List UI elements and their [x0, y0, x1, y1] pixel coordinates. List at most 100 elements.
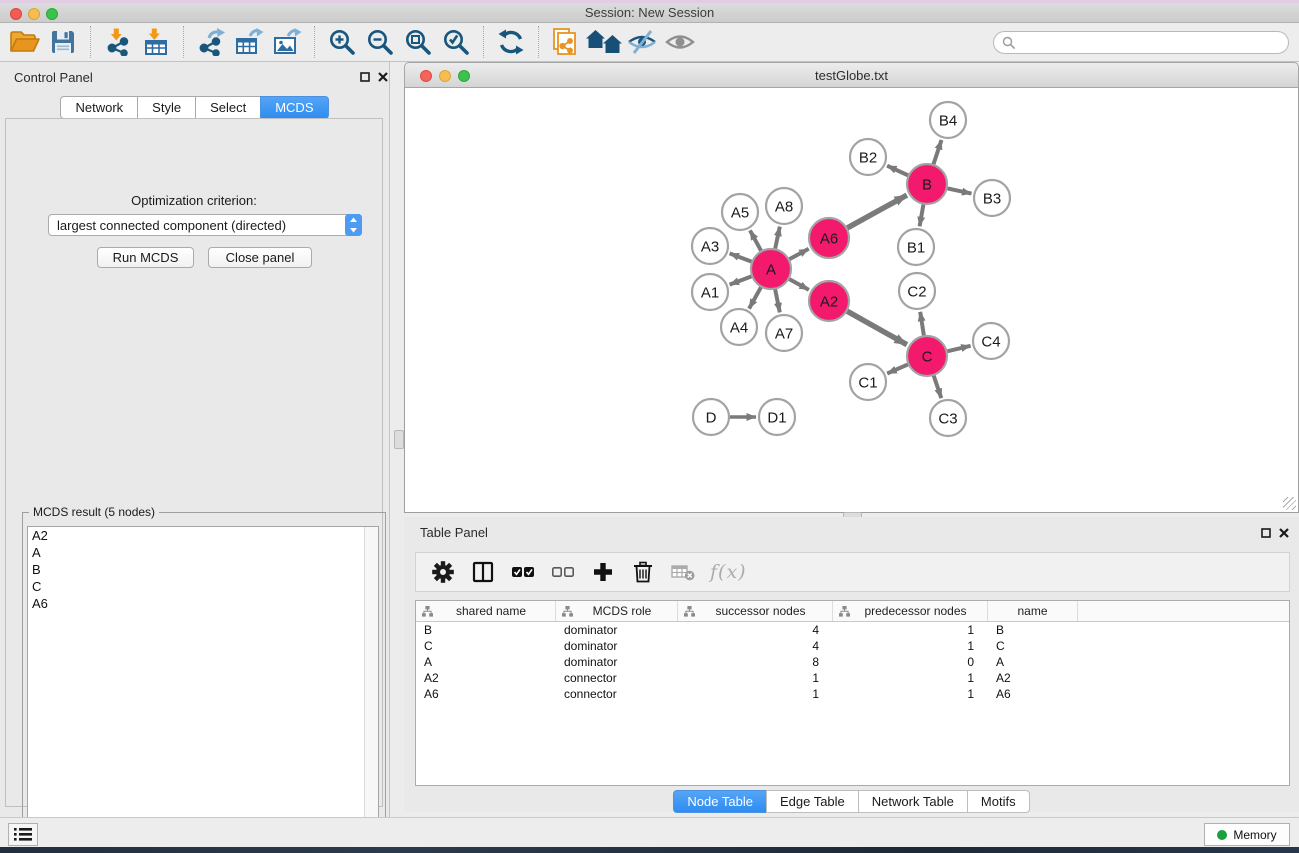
export-network-button[interactable]	[192, 25, 230, 59]
table-row-A6[interactable]: A6connector11A6	[416, 686, 1289, 702]
import-table-button[interactable]	[137, 25, 175, 59]
column-header-predecessor-nodes[interactable]: predecessor nodes	[833, 601, 988, 621]
zoom-out-button[interactable]	[361, 25, 399, 59]
node-A4[interactable]: A4	[721, 309, 757, 345]
edge-A-A3[interactable]	[730, 253, 755, 262]
tab-network[interactable]: Network	[60, 96, 138, 119]
edge-C-C2[interactable]	[920, 312, 924, 338]
column-header-MCDS-role[interactable]: MCDS role	[556, 601, 678, 621]
tab-motifs[interactable]: Motifs	[967, 790, 1030, 813]
node-B1[interactable]: B1	[898, 229, 934, 265]
refresh-button[interactable]	[492, 25, 530, 59]
table-float-panel-icon[interactable]	[1259, 527, 1273, 539]
node-A5[interactable]: A5	[722, 194, 758, 230]
mcds-result-list[interactable]: A2ABCA6	[27, 526, 379, 849]
node-A7[interactable]: A7	[766, 315, 802, 351]
column-header-name[interactable]: name	[988, 601, 1078, 621]
node-D1[interactable]: D1	[759, 399, 795, 435]
search-input[interactable]	[1020, 34, 1288, 51]
tab-mcds[interactable]: MCDS	[260, 96, 328, 119]
column-header-shared-name[interactable]: shared name	[416, 601, 556, 621]
search-box[interactable]	[993, 31, 1289, 54]
mcds-result-item[interactable]: C	[28, 578, 378, 595]
mcds-result-item[interactable]: B	[28, 561, 378, 578]
edge-A6-B[interactable]	[845, 195, 907, 229]
node-B2[interactable]: B2	[850, 139, 886, 175]
edge-A-A6[interactable]	[787, 249, 809, 261]
zoom-in-button[interactable]	[323, 25, 361, 59]
new-network-from-file-button[interactable]	[547, 25, 585, 59]
tab-node-table[interactable]: Node Table	[673, 790, 767, 813]
deselect-all-button[interactable]	[550, 555, 576, 589]
delete-column-button[interactable]	[630, 555, 656, 589]
zoom-fit-button[interactable]	[399, 25, 437, 59]
tab-select[interactable]: Select	[195, 96, 261, 119]
edge-A-A2[interactable]	[787, 278, 809, 290]
mcds-result-item[interactable]: A	[28, 544, 378, 561]
zoom-selected-button[interactable]	[437, 25, 475, 59]
node-C2[interactable]: C2	[899, 273, 935, 309]
close-panel-icon[interactable]	[376, 71, 390, 83]
float-panel-icon[interactable]	[358, 71, 372, 83]
memory-button[interactable]: Memory	[1204, 823, 1290, 846]
table-row-B[interactable]: Bdominator41B	[416, 622, 1289, 638]
tab-style[interactable]: Style	[137, 96, 196, 119]
edge-C-C1[interactable]	[887, 363, 910, 373]
edge-A-A1[interactable]	[730, 275, 755, 284]
table-row-A2[interactable]: A2connector11A2	[416, 670, 1289, 686]
close-panel-button[interactable]: Close panel	[208, 247, 312, 268]
show-columns-button[interactable]	[470, 555, 496, 589]
mcds-result-item[interactable]: A6	[28, 595, 378, 612]
show-hidden-button[interactable]	[661, 25, 699, 59]
edge-A-A7[interactable]	[775, 287, 780, 313]
table-row-C[interactable]: Cdominator41C	[416, 638, 1289, 654]
column-header-successor-nodes[interactable]: successor nodes	[678, 601, 833, 621]
table-row-A[interactable]: Adominator80A	[416, 654, 1289, 670]
edge-A-A5[interactable]	[750, 230, 762, 253]
node-A2[interactable]: A2	[809, 281, 849, 321]
network-window-titlebar[interactable]: testGlobe.txt	[404, 62, 1299, 88]
select-all-button[interactable]	[510, 555, 536, 589]
node-C[interactable]: C	[907, 336, 947, 376]
node-D[interactable]: D	[693, 399, 729, 435]
mcds-list-scrollbar[interactable]	[364, 527, 378, 848]
edge-A-A8[interactable]	[775, 227, 780, 252]
criterion-dropdown[interactable]: largest connected component (directed)	[48, 214, 362, 236]
add-column-button[interactable]	[590, 555, 616, 589]
edge-B-B2[interactable]	[887, 166, 911, 177]
home-button[interactable]	[585, 25, 623, 59]
node-A1[interactable]: A1	[692, 274, 728, 310]
edge-C-C3[interactable]	[933, 373, 942, 398]
node-A8[interactable]: A8	[766, 188, 802, 224]
tab-edge-table[interactable]: Edge Table	[766, 790, 859, 813]
show-panels-button[interactable]	[8, 823, 38, 846]
node-C1[interactable]: C1	[850, 364, 886, 400]
export-image-button[interactable]	[268, 25, 306, 59]
node-B3[interactable]: B3	[974, 180, 1010, 216]
edge-B-B4[interactable]	[933, 140, 942, 167]
mcds-result-item[interactable]: A2	[28, 527, 378, 544]
node-B4[interactable]: B4	[930, 102, 966, 138]
edge-A2-C[interactable]	[845, 310, 907, 345]
node-B[interactable]: B	[907, 164, 947, 204]
edge-C-C4[interactable]	[945, 346, 971, 352]
edge-B-B1[interactable]	[920, 202, 924, 227]
table-mode-gear-button[interactable]	[430, 555, 456, 589]
node-C4[interactable]: C4	[973, 323, 1009, 359]
node-A[interactable]: A	[751, 249, 791, 289]
table-close-panel-icon[interactable]	[1277, 527, 1291, 539]
node-C3[interactable]: C3	[930, 400, 966, 436]
node-A3[interactable]: A3	[692, 228, 728, 264]
import-network-button[interactable]	[99, 25, 137, 59]
network-canvas[interactable]: A A1 A2 A3 A4 A5 A6 A7 A8 B B1 B2 B3 B4 C C1 C2 C3 C4 D D1	[404, 88, 1299, 513]
hide-unselected-button[interactable]	[623, 25, 661, 59]
node-A6[interactable]: A6	[809, 218, 849, 258]
save-session-button[interactable]	[44, 25, 82, 59]
run-mcds-button[interactable]: Run MCDS	[97, 247, 194, 268]
tab-network-table[interactable]: Network Table	[858, 790, 968, 813]
window-resize-grip[interactable]	[1283, 497, 1296, 510]
open-session-button[interactable]	[6, 25, 44, 59]
export-table-button[interactable]	[230, 25, 268, 59]
main-titlebar[interactable]: Session: New Session	[0, 3, 1299, 23]
vertical-splitter-handle[interactable]	[394, 430, 404, 449]
